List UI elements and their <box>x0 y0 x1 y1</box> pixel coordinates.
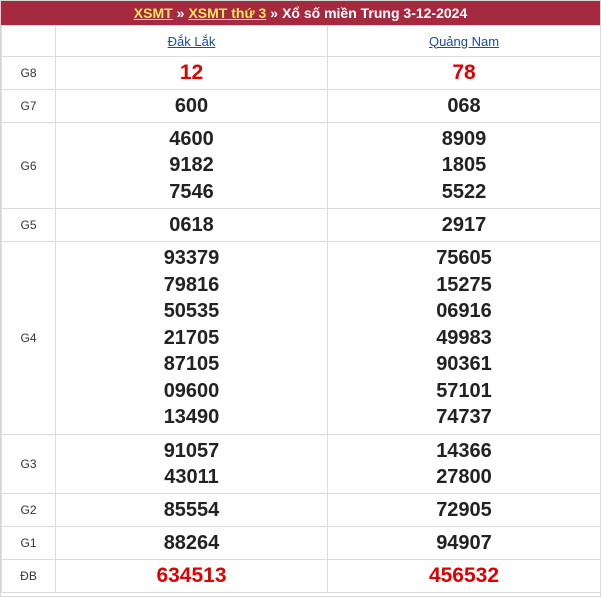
result-number: 57101 <box>436 379 492 402</box>
result-number: 94907 <box>436 531 492 554</box>
prize-label: G6 <box>1 122 56 209</box>
result-number: 4600 <box>169 127 214 150</box>
breadcrumb-separator: » <box>270 5 279 21</box>
result-number: 2917 <box>441 213 487 236</box>
result-number: 600 <box>174 94 209 117</box>
result-number: 43011 <box>164 466 219 488</box>
result-number: 74737 <box>436 406 492 429</box>
result-cell-quang-nam: 14366 27800 <box>327 434 601 494</box>
result-cell-quang-nam: 8909 1805 5522 <box>327 122 601 209</box>
result-number: 72905 <box>436 498 492 521</box>
result-number: 79816 <box>163 273 220 296</box>
prize-row: G7 600 068 <box>1 89 601 123</box>
breadcrumb-header: XSMT » XSMT thứ 3 » Xổ số miền Trung 3-1… <box>1 1 600 25</box>
result-number: 50535 <box>163 300 220 323</box>
result-number: 88264 <box>163 531 220 554</box>
result-cell-dak-lak: 12 <box>55 56 328 90</box>
province-link-quang-nam[interactable]: Quảng Nam <box>429 34 499 49</box>
result-number: 14366 <box>436 439 492 462</box>
result-number: 91057 <box>163 439 220 462</box>
prize-label: G2 <box>1 493 56 527</box>
breadcrumb-link-xsmt[interactable]: XSMT <box>134 5 173 21</box>
prize-row: G1 88264 94907 <box>1 526 601 560</box>
result-cell-dak-lak: 85554 <box>55 493 328 527</box>
result-number: 78 <box>452 60 476 84</box>
result-number: 06916 <box>436 300 492 323</box>
result-number: 0618 <box>169 213 214 236</box>
result-number: 634513 <box>156 563 227 587</box>
prize-row: G6 4600 9182 7546 8909 1805 5522 <box>1 122 601 209</box>
prize-label: G4 <box>1 241 56 435</box>
result-number: 8909 <box>441 127 487 150</box>
result-number: 27800 <box>436 466 492 488</box>
prize-column-header <box>1 25 56 57</box>
result-number: 13490 <box>163 406 220 429</box>
prize-label: G5 <box>1 208 56 242</box>
lottery-results-panel: XSMT » XSMT thứ 3 » Xổ số miền Trung 3-1… <box>0 0 601 597</box>
result-cell-dak-lak: 93379 79816 50535 21705 87105 09600 13490 <box>55 241 328 435</box>
result-number: 90361 <box>436 353 492 376</box>
prize-row: G5 0618 2917 <box>1 208 601 242</box>
result-number: 12 <box>179 60 204 84</box>
prize-row: G3 91057 43011 14366 27800 <box>1 434 601 494</box>
result-number: 85554 <box>163 498 220 521</box>
result-number: 456532 <box>428 563 500 587</box>
result-number: 1805 <box>441 154 487 177</box>
prize-row: G2 85554 72905 <box>1 493 601 527</box>
result-cell-quang-nam: 78 <box>327 56 601 90</box>
result-cell-dak-lak: 600 <box>55 89 328 123</box>
result-cell-quang-nam: 2917 <box>327 208 601 242</box>
result-number: 15275 <box>436 273 492 296</box>
province-link-dak-lak[interactable]: Đắk Lắk <box>168 34 216 49</box>
result-number: 75605 <box>436 247 492 270</box>
result-cell-quang-nam: 75605 15275 06916 49983 90361 57101 74737 <box>327 241 601 435</box>
breadcrumb-link-xsmt-thu-3[interactable]: XSMT thứ 3 <box>188 5 266 21</box>
result-cell-quang-nam: 068 <box>327 89 601 123</box>
prize-row: ĐB 634513 456532 <box>1 559 601 593</box>
result-number: 49983 <box>436 326 492 349</box>
result-cell-dak-lak: 91057 43011 <box>55 434 328 494</box>
breadcrumb-separator: » <box>176 5 185 21</box>
result-cell-quang-nam: 72905 <box>327 493 601 527</box>
result-cell-dak-lak: 4600 9182 7546 <box>55 122 328 209</box>
prize-label: G3 <box>1 434 56 494</box>
result-cell-dak-lak: 634513 <box>55 559 328 593</box>
prize-row: G4 93379 79816 50535 21705 87105 09600 13490 756… <box>1 241 601 435</box>
result-number: 068 <box>447 94 481 117</box>
result-number: 9182 <box>169 154 214 177</box>
prize-label: G7 <box>1 89 56 123</box>
province-header-dak-lak: Đắk Lắk <box>55 25 328 57</box>
province-header-quang-nam: Quảng Nam <box>327 25 601 57</box>
result-cell-dak-lak: 0618 <box>55 208 328 242</box>
result-cell-quang-nam: 456532 <box>327 559 601 593</box>
result-number: 21705 <box>163 326 220 349</box>
result-number: 5522 <box>441 180 487 203</box>
prize-row: G8 12 78 <box>1 56 601 90</box>
result-number: 09600 <box>163 379 220 402</box>
result-cell-quang-nam: 94907 <box>327 526 601 560</box>
province-header-row: Đắk Lắk Quảng Nam <box>1 25 601 57</box>
result-number: 7546 <box>169 180 214 203</box>
result-number: 87105 <box>163 353 220 376</box>
page-title: Xổ số miền Trung 3-12-2024 <box>282 5 468 21</box>
result-number: 93379 <box>163 247 220 270</box>
prize-label: G1 <box>1 526 56 560</box>
results-table: Đắk Lắk Quảng Nam G8 12 78 G7 600 068 G6 4600 91… <box>1 25 601 593</box>
result-cell-dak-lak: 88264 <box>55 526 328 560</box>
prize-label: ĐB <box>1 559 56 593</box>
prize-label: G8 <box>1 56 56 90</box>
